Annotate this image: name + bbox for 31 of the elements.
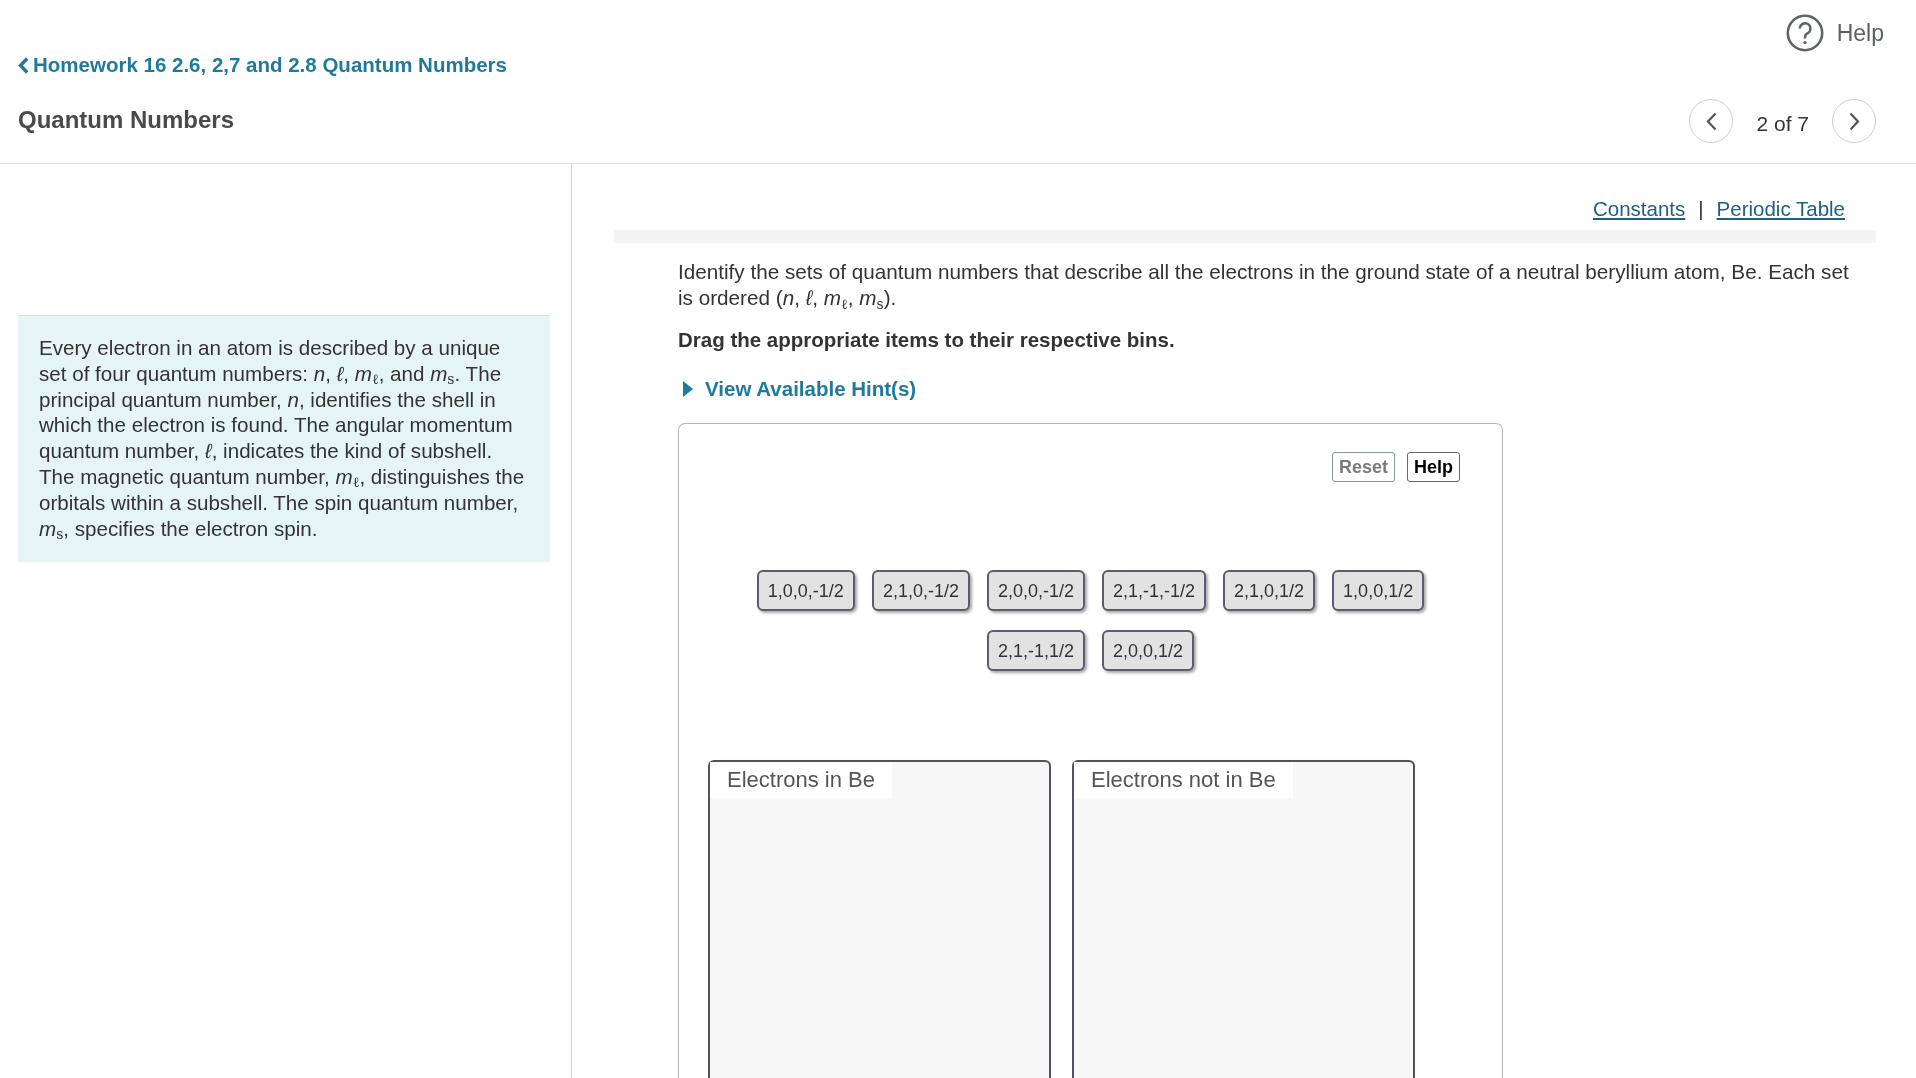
page-counter: 2 of 7 bbox=[1756, 110, 1809, 137]
draggable-item[interactable]: 2,1,0,1/2 bbox=[1223, 570, 1316, 611]
chevron-left-icon bbox=[1705, 111, 1717, 131]
resource-link[interactable]: Constants bbox=[1592, 196, 1686, 222]
draggable-item[interactable]: 2,0,0,1/2 bbox=[1102, 630, 1195, 671]
help-icon bbox=[1785, 14, 1824, 52]
drop-bin[interactable]: Electrons not in Be bbox=[1072, 760, 1415, 1078]
drop-bin[interactable]: Electrons in Be bbox=[708, 760, 1051, 1078]
caret-right-icon bbox=[683, 381, 693, 397]
draggable-item[interactable]: 1,0,0,1/2 bbox=[1332, 570, 1425, 611]
resource-link[interactable]: Periodic Table bbox=[1716, 196, 1845, 222]
question-text: Identify the sets of quantum numbers that describe all the electrons in the ground state of a neutral beryllium atom, Be. Each set is ordered (n, ℓ, m$_{ℓ}$, m$_{s}$). bbox=[678, 259, 1850, 311]
help-button[interactable]: Help bbox=[1785, 14, 1884, 52]
next-button[interactable] bbox=[1832, 99, 1876, 143]
draggable-item[interactable]: 2,0,0,-1/2 bbox=[986, 570, 1085, 611]
previous-button[interactable] bbox=[1689, 99, 1734, 143]
instruction-text: Drag the appropriate items to their respective bins. bbox=[678, 327, 1175, 353]
draggable-item[interactable]: 2,1,0,-1/2 bbox=[871, 570, 970, 611]
draggable-item[interactable]: 1,0,0,-1/2 bbox=[756, 570, 855, 611]
chevron-left-icon bbox=[18, 56, 29, 74]
back-link[interactable]: Homework 16 2.6, 2,7 and 2.8 Quantum Numbers bbox=[18, 51, 507, 79]
bin-label: Electrons in Be bbox=[710, 762, 892, 798]
bin-label: Electrons not in Be bbox=[1074, 762, 1293, 798]
draggable-item[interactable]: 2,1,-1,-1/2 bbox=[1102, 570, 1207, 611]
help-button[interactable]: Help bbox=[1407, 452, 1460, 482]
hints-toggle[interactable]: View Available Hint(s) bbox=[683, 376, 917, 402]
draggable-item[interactable]: 2,1,-1,1/2 bbox=[986, 630, 1085, 671]
intro-text: Every electron in an atom is described by a unique set of four quantum numbers: n, ℓ, m$_{ℓ}$, and m$_{s}$. The principal quantum number, n, identifies the shell in which the electron is found. The angular momentum quantum number, ℓ, indicates the kind of subshell. The magnetic quantum number, m$_{ℓ}$, distinguishes the orbitals within a subshell. The spin quantum number, m$_{s}$, specifies the electron spin. bbox=[39, 335, 526, 542]
link-separator: | bbox=[1698, 196, 1704, 222]
chevron-right-icon bbox=[1848, 111, 1860, 131]
page-title: Quantum Numbers bbox=[18, 105, 235, 135]
